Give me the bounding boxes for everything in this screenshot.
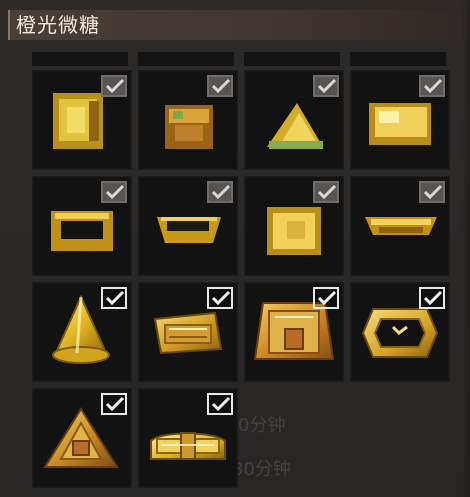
slot-stub <box>32 52 128 67</box>
item-slot[interactable] <box>138 70 238 170</box>
checkbox-checked[interactable] <box>207 181 233 203</box>
panel-edge-shadow <box>462 0 470 497</box>
item-slot[interactable] <box>138 176 238 276</box>
item-slot[interactable] <box>244 70 344 170</box>
checkbox-checked[interactable] <box>207 75 233 97</box>
checkbox-checked[interactable] <box>419 287 445 309</box>
item-slot[interactable] <box>350 70 450 170</box>
item-slot[interactable] <box>138 282 238 382</box>
item-slot[interactable] <box>244 282 344 382</box>
checkbox-checked[interactable] <box>207 287 233 309</box>
checkbox-checked[interactable] <box>313 75 339 97</box>
checkbox-checked[interactable] <box>101 75 127 97</box>
item-slot[interactable] <box>32 70 132 170</box>
item-slot[interactable] <box>32 176 132 276</box>
panel-title: 橙光微糖 <box>16 13 100 37</box>
item-slot[interactable] <box>350 282 450 382</box>
top-slot-stubs <box>32 52 446 67</box>
item-slot[interactable] <box>350 176 450 276</box>
checkbox-checked[interactable] <box>101 393 127 415</box>
item-slot[interactable] <box>244 176 344 276</box>
checkbox-checked[interactable] <box>101 287 127 309</box>
checkbox-checked[interactable] <box>419 75 445 97</box>
slot-stub <box>244 52 340 67</box>
item-slot[interactable] <box>138 388 238 488</box>
item-slot[interactable] <box>32 282 132 382</box>
slot-stub <box>138 52 234 67</box>
slot-stub <box>350 52 446 67</box>
checkbox-checked[interactable] <box>101 181 127 203</box>
item-slot[interactable] <box>32 388 132 488</box>
checkbox-checked[interactable] <box>419 181 445 203</box>
ghost-text-2: 30分钟 <box>232 459 291 480</box>
checkbox-checked[interactable] <box>313 181 339 203</box>
ghost-text-1: 0分钟 <box>238 415 286 436</box>
item-panel: 橙光微糖 0分钟 30分钟 <box>0 0 470 497</box>
checkbox-checked[interactable] <box>313 287 339 309</box>
checkbox-checked[interactable] <box>207 393 233 415</box>
